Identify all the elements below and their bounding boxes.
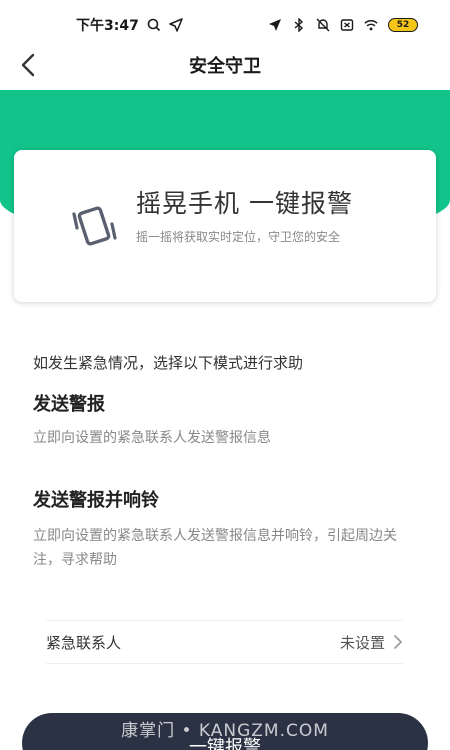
shake-alarm-card[interactable]: 摇晃手机 一键报警 摇一摇将获取实时定位，守卫您的安全 bbox=[14, 150, 436, 302]
card-subtitle: 摇一摇将获取实时定位，守卫您的安全 bbox=[136, 230, 341, 244]
chevron-left-icon bbox=[21, 53, 35, 77]
contact-label: 紧急联系人 bbox=[46, 633, 122, 652]
mode-title-send-alert-ring[interactable]: 发送警报并响铃 bbox=[33, 486, 159, 512]
contact-value: 未设置 bbox=[339, 633, 385, 652]
status-left: 下午3:47 bbox=[76, 15, 183, 35]
back-button[interactable] bbox=[16, 52, 42, 78]
battery-indicator: 52 bbox=[388, 18, 418, 32]
mute-bell-icon bbox=[316, 18, 330, 32]
alarm-button-label: 一键报警 bbox=[189, 737, 261, 750]
sim-card-icon bbox=[340, 19, 354, 31]
card-title: 摇晃手机 一键报警 bbox=[136, 189, 353, 218]
shake-phone-icon bbox=[72, 206, 117, 246]
status-right: 52 bbox=[268, 18, 418, 32]
contact-right: 未设置 bbox=[340, 632, 403, 653]
chevron-right-icon bbox=[394, 635, 402, 649]
card-text: 摇晃手机 一键报警 摇一摇将获取实时定位，守卫您的安全 bbox=[136, 184, 353, 245]
location-arrow-icon bbox=[269, 19, 281, 31]
wifi-icon bbox=[364, 20, 378, 31]
bluetooth-icon bbox=[294, 18, 304, 32]
status-time: 下午3:47 bbox=[76, 18, 139, 34]
search-icon bbox=[147, 18, 160, 32]
page-title: 安全守卫 bbox=[189, 56, 261, 77]
mode-desc-send-alert: 立即向设置的紧急联系人发送警报信息 bbox=[33, 430, 271, 446]
intro-text: 如发生紧急情况，选择以下模式进行求助 bbox=[33, 354, 304, 372]
nav-bar: 安全守卫 bbox=[0, 40, 450, 90]
mode-desc-send-alert-ring: 立即向设置的紧急联系人发送警报信息并响铃，引起周边关注，寻求帮助 bbox=[33, 528, 397, 568]
location-arrow-icon bbox=[169, 18, 183, 32]
mode-title-send-alert[interactable]: 发送警报 bbox=[33, 390, 105, 416]
one-key-alarm-button[interactable]: 一键报警 bbox=[22, 713, 428, 750]
emergency-contact-row[interactable]: 紧急联系人 未设置 bbox=[46, 620, 403, 664]
